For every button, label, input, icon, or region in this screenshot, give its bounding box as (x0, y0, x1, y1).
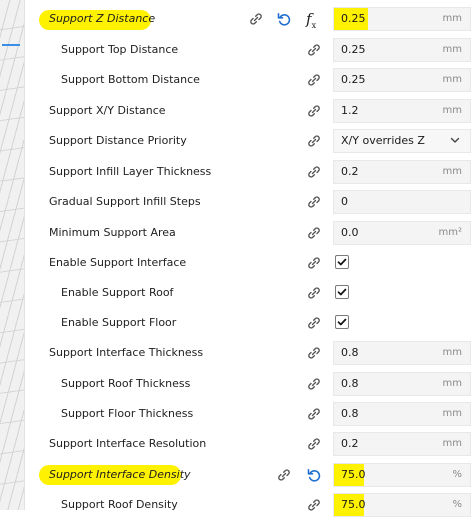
setting-row-support-floor-thickness: Support Floor Thickness 0.8 mm (24, 399, 474, 429)
setting-label: Enable Support Floor (61, 316, 177, 329)
link-icon[interactable] (306, 255, 322, 271)
setting-row-support-infill-layer-thickness: Support Infill Layer Thickness 0.2 mm (24, 157, 474, 187)
setting-value-field[interactable]: 1.2 mm (333, 99, 471, 123)
setting-label: Support Roof Density (61, 498, 178, 511)
setting-label: Support Roof Thickness (61, 377, 191, 390)
settings-panel: Support Z Distance fx 0.25 mm Support To… (24, 0, 474, 517)
setting-value-field[interactable]: 0.2 mm (333, 432, 471, 456)
link-icon[interactable] (306, 315, 322, 331)
setting-label: Support Z Distance (49, 12, 156, 25)
link-icon[interactable] (306, 133, 322, 149)
setting-label: Support Floor Thickness (61, 407, 194, 420)
setting-label: Support Bottom Distance (61, 73, 200, 86)
viewport-grid (0, 0, 24, 510)
setting-row-support-z-distance: Support Z Distance fx 0.25 mm (24, 4, 474, 34)
setting-label: Support Interface Density (49, 468, 191, 481)
link-icon[interactable] (306, 406, 322, 422)
setting-label: Gradual Support Infill Steps (49, 195, 201, 208)
setting-row-support-bottom-distance: Support Bottom Distance 0.25 mm (24, 65, 474, 95)
setting-row-support-distance-priority: Support Distance Priority X/Y overrides … (24, 126, 474, 156)
link-icon[interactable] (248, 11, 264, 27)
setting-value-field[interactable]: 0.2 mm (333, 160, 471, 184)
setting-value-field[interactable]: 0.0 mm² (333, 221, 471, 245)
viewport-strip (0, 0, 25, 510)
reset-icon[interactable] (306, 467, 322, 483)
chevron-down-icon (449, 134, 461, 146)
setting-row-support-top-distance: Support Top Distance 0.25 mm (24, 35, 474, 65)
setting-label: Minimum Support Area (49, 226, 176, 239)
setting-row-gradual-support-infill-steps: Gradual Support Infill Steps 0 (24, 187, 474, 217)
check-icon (337, 318, 347, 326)
setting-label: Enable Support Interface (49, 256, 187, 269)
setting-label: Support Infill Layer Thickness (49, 165, 212, 178)
function-icon[interactable]: fx (306, 9, 324, 30)
link-icon[interactable] (306, 194, 322, 210)
setting-row-support-xy-distance: Support X/Y Distance 1.2 mm (24, 96, 474, 126)
link-icon[interactable] (306, 164, 322, 180)
setting-row-support-interface-resolution: Support Interface Resolution 0.2 mm (24, 429, 474, 459)
setting-value-field[interactable]: 0.25 mm (333, 38, 471, 62)
enable-support-interface-checkbox[interactable] (335, 255, 349, 269)
setting-label: Support Top Distance (61, 43, 179, 56)
setting-value-field[interactable]: 0.8 mm (333, 341, 471, 365)
setting-value-field[interactable]: 0.25 mm (333, 68, 471, 92)
setting-value-field[interactable]: 75.0 % (333, 493, 471, 517)
setting-row-support-roof-thickness: Support Roof Thickness 0.8 mm (24, 369, 474, 399)
setting-value-field[interactable]: 75.0 % (333, 463, 471, 487)
setting-row-enable-support-roof: Enable Support Roof (24, 278, 474, 308)
link-icon[interactable] (306, 42, 322, 58)
setting-label: Support Interface Resolution (49, 437, 207, 450)
setting-row-support-interface-density: Support Interface Density 75.0 % (24, 460, 474, 490)
setting-value-field[interactable]: 0.8 mm (333, 402, 471, 426)
setting-value-field[interactable]: 0.8 mm (333, 372, 471, 396)
link-icon[interactable] (306, 376, 322, 392)
setting-row-enable-support-floor: Enable Support Floor (24, 308, 474, 338)
distance-priority-select[interactable]: X/Y overrides Z (333, 129, 471, 153)
link-icon[interactable] (306, 436, 322, 452)
link-icon[interactable] (306, 345, 322, 361)
link-icon[interactable] (306, 72, 322, 88)
setting-row-support-interface-thickness: Support Interface Thickness 0.8 mm (24, 338, 474, 368)
link-icon[interactable] (306, 225, 322, 241)
check-icon (337, 288, 347, 296)
enable-support-roof-checkbox[interactable] (335, 285, 349, 299)
setting-row-minimum-support-area: Minimum Support Area 0.0 mm² (24, 218, 474, 248)
setting-label: Support Distance Priority (49, 134, 187, 147)
setting-label: Support Interface Thickness (49, 346, 204, 359)
viewport-axis-mark (2, 44, 20, 46)
enable-support-floor-checkbox[interactable] (335, 315, 349, 329)
link-icon[interactable] (306, 103, 322, 119)
link-icon[interactable] (306, 497, 322, 513)
setting-label: Support X/Y Distance (49, 104, 166, 117)
setting-label: Enable Support Roof (61, 286, 174, 299)
setting-row-enable-support-interface: Enable Support Interface (24, 248, 474, 278)
reset-icon[interactable] (276, 11, 292, 27)
link-icon[interactable] (306, 285, 322, 301)
setting-value-field[interactable]: 0.25 mm (333, 7, 471, 31)
setting-row-support-roof-density: Support Roof Density 75.0 % (24, 490, 474, 520)
check-icon (337, 258, 347, 266)
setting-value-field[interactable]: 0 (333, 190, 471, 214)
link-icon[interactable] (276, 467, 292, 483)
